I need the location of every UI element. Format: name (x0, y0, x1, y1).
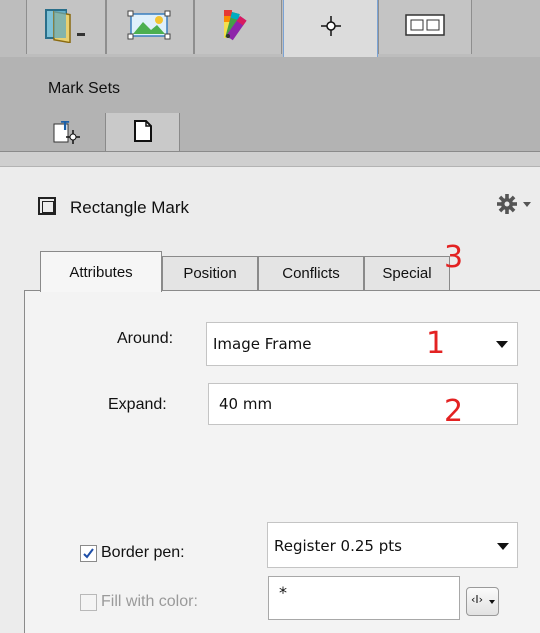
border-pen-checkbox[interactable] (80, 544, 97, 562)
fill-color-checkbox[interactable] (80, 593, 97, 611)
chevron-down-icon (496, 341, 508, 348)
fill-color-input[interactable]: * (268, 576, 460, 620)
mark-sets-title: Mark Sets (48, 80, 121, 97)
rectangle-mark-icon (38, 197, 56, 215)
toolbar-tab-marks[interactable] (283, 0, 378, 57)
gear-dropdown-icon[interactable] (496, 193, 536, 221)
layout-icon (403, 12, 447, 43)
fill-color-value: * (279, 583, 287, 602)
around-dropdown[interactable]: Image Frame (206, 322, 518, 366)
variable-icon: ‹I› (470, 591, 496, 612)
border-pen-label: Border pen: (101, 544, 185, 561)
fill-color-checkbox-group[interactable]: Fill with color: (80, 593, 198, 611)
tab-special[interactable]: Special (364, 256, 450, 290)
panel-separator (0, 152, 540, 166)
annotation-2: 2 (444, 394, 464, 429)
page-icon (132, 118, 154, 149)
crosshair-mark-icon (319, 14, 343, 43)
new-text-mark-button[interactable]: T (30, 113, 105, 153)
border-pen-dropdown[interactable]: Register 0.25 pts (267, 522, 518, 568)
toolbar-tab-layout[interactable] (378, 0, 472, 54)
document-dropdown-icon (40, 7, 92, 48)
expand-input[interactable]: 40 mm (208, 383, 518, 425)
svg-text:‹I›: ‹I› (471, 593, 483, 606)
chevron-down-icon (497, 543, 509, 550)
variable-insert-button[interactable]: ‹I› (466, 587, 499, 616)
expand-value: 40 mm (219, 395, 273, 413)
border-pen-checkbox-group[interactable]: Border pen: (80, 544, 185, 562)
annotation-1: 1 (426, 326, 446, 361)
tab-conflicts[interactable]: Conflicts (258, 256, 364, 290)
around-value: Image Frame (213, 335, 312, 353)
toolbar-tab-image[interactable] (106, 0, 194, 54)
border-pen-value: Register 0.25 pts (274, 537, 402, 555)
fill-color-label: Fill with color: (101, 593, 198, 610)
annotation-3: 3 (444, 240, 464, 275)
new-page-mark-button[interactable] (105, 113, 180, 153)
expand-label: Expand: (108, 396, 167, 413)
tab-attributes[interactable]: Attributes (40, 251, 162, 292)
toolbar-tab-document[interactable] (26, 0, 106, 54)
tab-position[interactable]: Position (162, 256, 258, 290)
around-label: Around: (117, 330, 174, 347)
mark-title: Rectangle Mark (70, 198, 190, 217)
text-mark-icon: T (51, 116, 85, 151)
toolbar-tab-colors[interactable] (194, 0, 282, 54)
image-frame-icon (125, 10, 175, 45)
svg-text:T: T (61, 119, 70, 133)
color-swatches-icon (216, 6, 260, 49)
